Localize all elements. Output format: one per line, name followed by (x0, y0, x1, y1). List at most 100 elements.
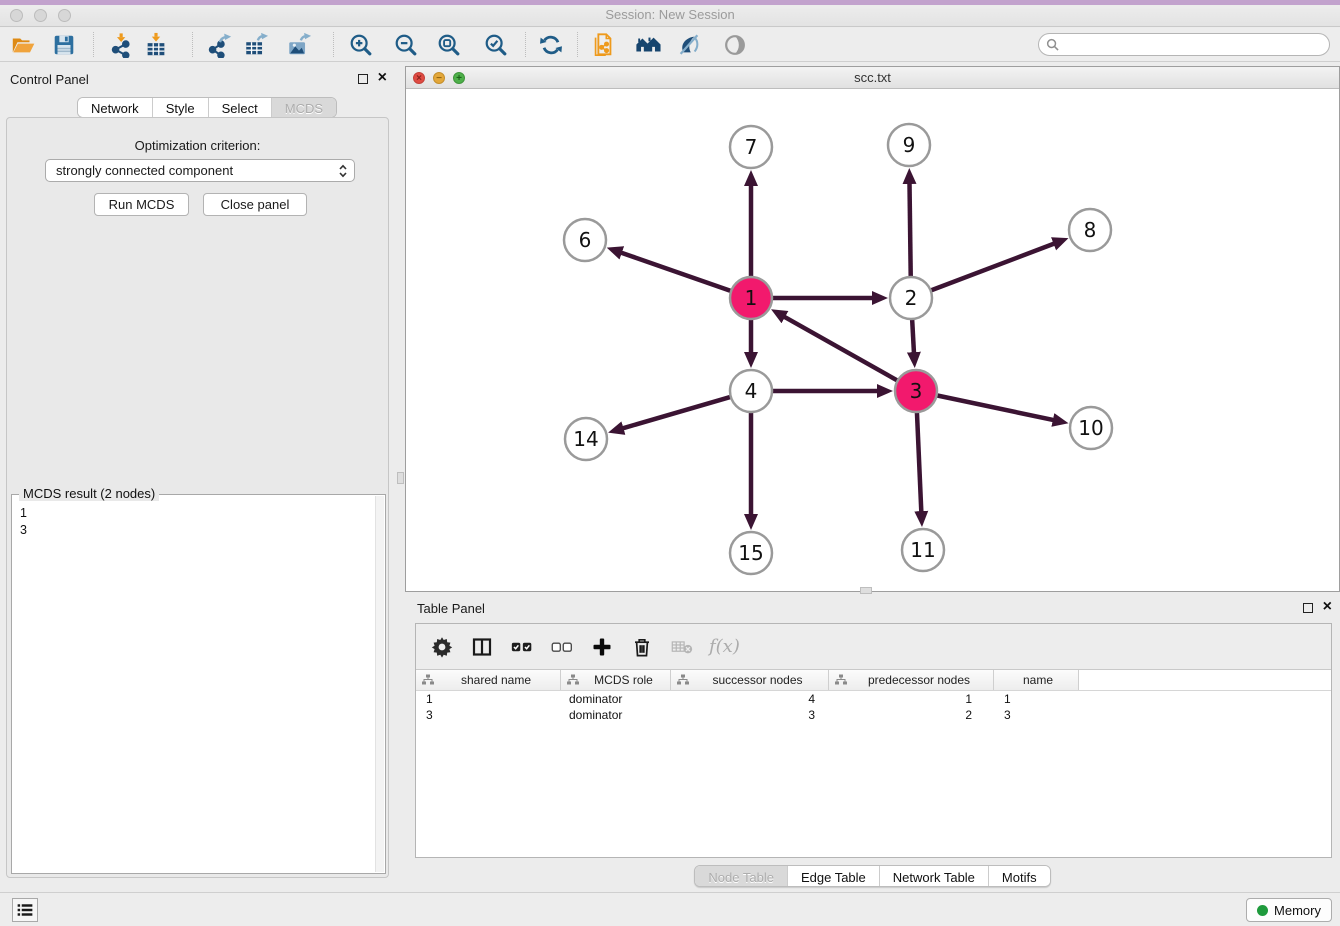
svg-text:8: 8 (1084, 218, 1097, 242)
add-row-icon[interactable] (589, 634, 615, 660)
zoom-out-icon[interactable] (392, 31, 420, 59)
hide-graphics-details-icon[interactable] (675, 31, 703, 59)
toolbar-separator (333, 32, 334, 57)
close-panel-button[interactable]: Close panel (203, 193, 307, 216)
graph-edge-2-3[interactable] (912, 318, 914, 354)
table-settings-gear-icon[interactable] (429, 634, 455, 660)
main-toolbar (0, 28, 1340, 62)
horizontal-splitter-grip[interactable] (860, 587, 872, 594)
tab-mcds[interactable]: MCDS (271, 98, 336, 117)
graph-node-9[interactable]: 9 (888, 124, 930, 166)
memory-button[interactable]: Memory (1246, 898, 1332, 922)
graph-node-4[interactable]: 4 (730, 370, 772, 412)
graph-node-7[interactable]: 7 (730, 126, 772, 168)
app-titlebar: Session: New Session (0, 0, 1340, 27)
graph-edge-2-9[interactable] (909, 182, 910, 278)
criterion-dropdown[interactable]: strongly connected component (45, 159, 355, 182)
run-mcds-button[interactable]: Run MCDS (94, 193, 189, 216)
graph-node-1[interactable]: 1 (730, 277, 772, 319)
network-overview-icon[interactable] (589, 31, 617, 59)
graph-edge-3-10[interactable] (936, 395, 1055, 420)
tab-network-table[interactable]: Network Table (879, 866, 988, 886)
table-close-panel-icon[interactable]: × (1323, 598, 1332, 616)
delete-column-icon[interactable] (669, 634, 695, 660)
function-builder-icon[interactable]: f(x) (709, 636, 740, 657)
memory-label: Memory (1274, 903, 1321, 918)
network-window-titlebar[interactable]: × − + scc.txt (406, 67, 1339, 89)
graph-node-6[interactable]: 6 (564, 219, 606, 261)
home-icon[interactable] (634, 31, 662, 59)
table-row[interactable]: 1dominator411 (416, 691, 1331, 707)
tab-network[interactable]: Network (78, 98, 152, 117)
zoom-selected-icon[interactable] (482, 31, 510, 59)
select-all-icon[interactable] (509, 634, 535, 660)
mcds-result-text[interactable]: 1 3 (20, 505, 27, 539)
svg-text:14: 14 (573, 427, 598, 451)
column-header-shared-name[interactable]: shared name (416, 670, 561, 690)
network-view-window: × − + scc.txt 1 2 3 4 6 7 8 9 10 11 14 15 (405, 66, 1340, 592)
graph-node-15[interactable]: 15 (730, 532, 772, 574)
export-image-icon[interactable] (285, 31, 313, 59)
refresh-icon[interactable] (537, 31, 565, 59)
graph-node-10[interactable]: 10 (1070, 407, 1112, 449)
column-header-predecessor-nodes[interactable]: predecessor nodes (829, 670, 994, 690)
column-header-successor-nodes[interactable]: successor nodes (671, 670, 829, 690)
svg-text:9: 9 (903, 133, 916, 157)
task-history-button[interactable] (12, 898, 38, 922)
tab-style[interactable]: Style (152, 98, 208, 117)
graph-node-14[interactable]: 14 (565, 418, 607, 460)
svg-text:7: 7 (745, 135, 758, 159)
session-title: Session: New Session (0, 7, 1340, 22)
tab-node-table[interactable]: Node Table (695, 866, 787, 886)
graph-edge-1-6[interactable] (620, 252, 732, 291)
network-close-icon[interactable]: × (413, 72, 425, 84)
show-columns-icon[interactable] (469, 634, 495, 660)
float-panel-icon[interactable] (358, 74, 368, 84)
zoom-fit-icon[interactable] (435, 31, 463, 59)
vertical-splitter-grip[interactable] (397, 472, 404, 484)
export-network-icon[interactable] (206, 31, 234, 59)
graph-edge-3-11[interactable] (917, 411, 921, 513)
search-box[interactable] (1038, 33, 1330, 56)
svg-text:11: 11 (910, 538, 935, 562)
show-graphics-details-icon[interactable] (721, 31, 749, 59)
svg-text:2: 2 (905, 286, 918, 310)
graph-edge-2-8[interactable] (930, 243, 1056, 291)
export-table-icon[interactable] (242, 31, 270, 59)
import-table-icon[interactable] (142, 31, 170, 59)
close-panel-icon[interactable]: × (378, 69, 387, 87)
tab-select[interactable]: Select (208, 98, 271, 117)
network-window-title: scc.txt (406, 67, 1339, 88)
graph-node-2[interactable]: 2 (890, 277, 932, 319)
network-canvas[interactable]: 1 2 3 4 6 7 8 9 10 11 14 15 (406, 89, 1339, 591)
svg-text:6: 6 (579, 228, 592, 252)
tab-motifs[interactable]: Motifs (988, 866, 1050, 886)
column-header-name[interactable]: name (994, 670, 1079, 690)
graph-edge-4-14[interactable] (622, 397, 732, 429)
column-header-mcds-role[interactable]: MCDS role (561, 670, 671, 690)
import-network-icon[interactable] (109, 31, 137, 59)
delete-row-icon[interactable] (629, 634, 655, 660)
task-list-icon (16, 902, 34, 918)
graph-node-11[interactable]: 11 (902, 529, 944, 571)
result-scrollbar[interactable] (375, 496, 384, 872)
tab-edge-table[interactable]: Edge Table (787, 866, 879, 886)
optimization-criterion-label: Optimization criterion: (7, 138, 388, 153)
network-maximize-icon[interactable]: + (453, 72, 465, 84)
graph-node-8[interactable]: 8 (1069, 209, 1111, 251)
network-minimize-icon[interactable]: − (433, 72, 445, 84)
svg-text:3: 3 (910, 379, 923, 403)
graph-edge-3-1[interactable] (783, 316, 898, 381)
deselect-all-icon[interactable] (549, 634, 575, 660)
open-session-icon[interactable] (9, 31, 37, 59)
search-input[interactable] (1063, 36, 1329, 54)
table-float-panel-icon[interactable] (1303, 603, 1313, 613)
column-type-icon (677, 674, 689, 686)
graph-node-3[interactable]: 3 (895, 370, 937, 412)
table-row[interactable]: 3dominator323 (416, 707, 1331, 723)
zoom-in-icon[interactable] (347, 31, 375, 59)
search-icon (1046, 38, 1059, 51)
table-header-row: shared name MCDS role successor nodes pr… (416, 669, 1331, 691)
save-session-icon[interactable] (50, 31, 78, 59)
toolbar-separator (577, 32, 578, 57)
